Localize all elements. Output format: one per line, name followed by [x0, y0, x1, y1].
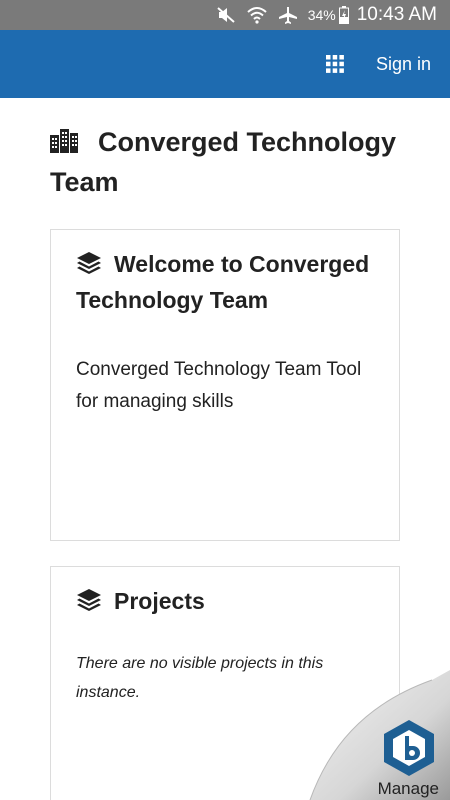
manage-button[interactable]: Manage: [300, 670, 450, 800]
battery-charging-icon: [338, 6, 349, 24]
page-title-text: Converged Technology Team: [50, 127, 397, 197]
mute-icon: [216, 6, 236, 24]
grid-icon[interactable]: [324, 53, 346, 75]
building-icon: [50, 124, 78, 153]
manage-label: Manage: [377, 779, 439, 798]
clock: 10:43 AM: [356, 4, 437, 25]
layers-icon: [76, 586, 102, 611]
projects-card-title: Projects: [76, 583, 374, 619]
welcome-card-title-text: Welcome to Converged Technology Team: [76, 251, 370, 313]
layers-icon: [76, 249, 102, 274]
airplane-icon: [278, 6, 298, 24]
welcome-card: Welcome to Converged Technology Team Con…: [50, 229, 400, 541]
wifi-icon: [246, 6, 268, 24]
app-bar: Sign in: [0, 30, 450, 98]
page-title: Converged Technology Team: [50, 122, 400, 202]
battery-percentage: 34%: [307, 7, 336, 23]
sign-in-link[interactable]: Sign in: [376, 54, 431, 75]
welcome-card-description: Converged Technology Team Tool for manag…: [76, 359, 362, 412]
projects-card-title-text: Projects: [114, 588, 205, 614]
b-logo-icon: [381, 718, 437, 778]
status-bar: 34% 10:43 AM: [0, 0, 450, 30]
welcome-card-title: Welcome to Converged Technology Team: [76, 246, 374, 318]
